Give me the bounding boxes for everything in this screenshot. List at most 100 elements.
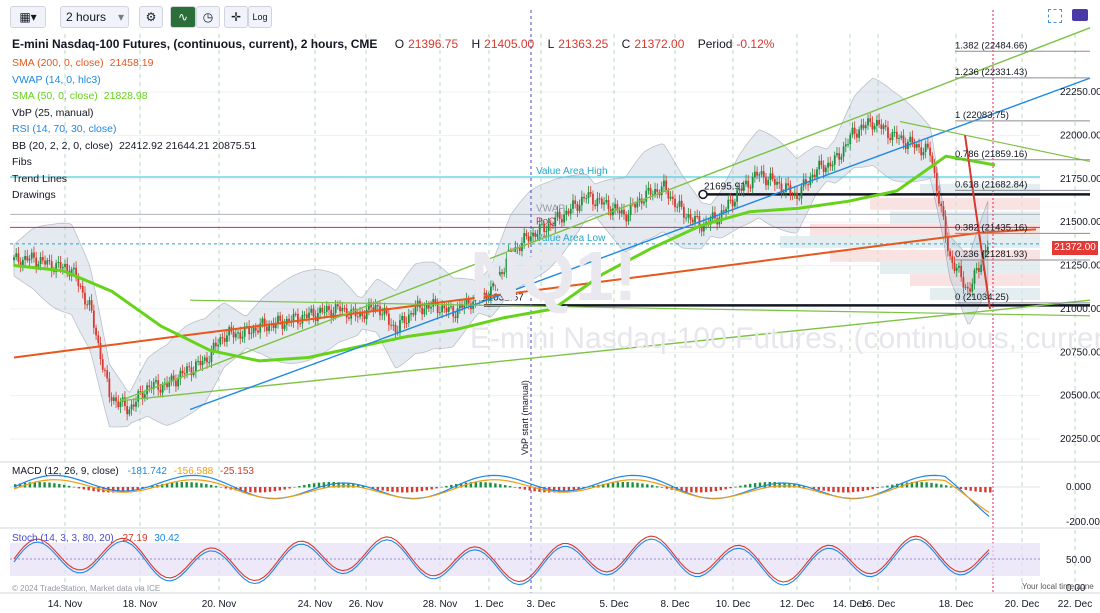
legend-item[interactable]: VWAP (14, 0, hlc3) <box>12 74 256 91</box>
stoch-pane: 50.000.00 <box>10 535 1091 594</box>
candle-body <box>776 181 778 185</box>
legend-item[interactable]: Trend Lines <box>12 173 256 190</box>
candle-body <box>773 179 776 185</box>
candle-body <box>310 308 313 313</box>
candle-body <box>319 307 322 314</box>
candle-body <box>634 203 636 208</box>
fib-level-label: 0 (21034.25) <box>955 292 1009 303</box>
macd-line <box>13 474 990 517</box>
open-value: 21396.75 <box>408 37 459 51</box>
macd-histogram-bar <box>626 482 629 488</box>
candle-body <box>674 198 676 208</box>
price-tick-label: 21500.00 <box>1060 217 1100 228</box>
candle-body <box>574 200 577 204</box>
candle-body <box>250 333 253 335</box>
candle-body <box>24 256 26 260</box>
candle-body <box>252 327 255 334</box>
candle-body <box>953 262 956 271</box>
candle-body <box>822 165 825 173</box>
legend-item[interactable]: RSI (14, 70, 30, close) <box>12 123 256 140</box>
macd-histogram-bar <box>611 482 615 488</box>
macd-histogram-bar <box>259 487 262 493</box>
macd-histogram-bar <box>655 486 659 488</box>
candle-body <box>352 308 355 310</box>
macd-histogram-bar <box>861 487 865 491</box>
macd-histogram-bar <box>195 482 198 488</box>
candle-body <box>962 277 965 288</box>
candle-body <box>878 119 880 125</box>
macd-histogram-bar <box>87 487 90 491</box>
macd-histogram-bar <box>739 485 742 488</box>
candle-body <box>241 336 244 339</box>
candle-body <box>112 397 115 401</box>
candle-body <box>130 404 133 410</box>
time-tick-label: 5. Dec <box>600 599 629 610</box>
macd-histogram-bar <box>915 482 918 488</box>
candle-body <box>441 305 444 313</box>
candle-body <box>889 137 892 141</box>
macd-histogram-bar <box>288 487 291 489</box>
time-tick-label: 20. Dec <box>1005 599 1039 610</box>
macd-histogram-bar <box>410 487 414 493</box>
macd-histogram-bar <box>847 487 850 493</box>
legend-item[interactable]: Fibs <box>12 156 256 173</box>
time-tick-label: 14. Nov <box>48 599 82 610</box>
candle-body <box>44 260 46 265</box>
macd-value-1: -181.742 <box>127 466 167 477</box>
candle-body <box>206 357 208 363</box>
candle-body <box>891 132 894 141</box>
candle-body <box>79 285 82 287</box>
macd-histogram-bar <box>989 487 992 493</box>
timezone-label[interactable]: Your local time zone <box>1022 582 1094 591</box>
candle-body <box>920 147 923 156</box>
legend-item[interactable]: SMA (50, 0, close) 21828.98 <box>12 90 256 107</box>
macd-histogram-bar <box>67 485 71 488</box>
macd-histogram-bar <box>214 485 218 488</box>
candle-body <box>403 316 406 323</box>
candle-body <box>654 189 656 195</box>
macd-histogram-bar <box>660 487 664 488</box>
candle-body <box>731 199 734 207</box>
macd-histogram-bar <box>298 485 301 488</box>
candle-body <box>827 162 829 168</box>
legend-item[interactable]: SMA (200, 0, close) 21458.19 <box>12 57 256 74</box>
macd-value-2: -156.588 <box>173 466 214 477</box>
candle-body <box>627 214 630 222</box>
candle-body <box>887 127 889 138</box>
legend-item[interactable]: Drawings <box>12 189 256 206</box>
candle-body <box>618 210 621 214</box>
close-value: 21372.00 <box>634 37 685 51</box>
macd-histogram-bar <box>396 487 399 493</box>
macd-histogram-bar <box>435 487 438 489</box>
time-tick-label: 28. Nov <box>423 599 457 610</box>
candle-body <box>560 219 563 223</box>
fib-level-label: 1.236 (22331.43) <box>955 67 1027 78</box>
candle-body <box>450 306 452 308</box>
candle-body <box>254 327 257 331</box>
time-tick-label: 18. Nov <box>123 599 157 610</box>
candle-body <box>17 253 20 262</box>
candle-body <box>700 227 703 232</box>
candle-body <box>838 153 841 160</box>
macd-histogram-bar <box>185 482 188 488</box>
legend-item[interactable]: VbP (25, manual) <box>12 107 256 124</box>
candle-body <box>678 200 681 207</box>
fib-level-label: 0.618 (21682.84) <box>955 179 1027 190</box>
macd-title: MACD (12, 26, 9, close) <box>12 466 119 477</box>
candle-body <box>279 315 282 321</box>
macd-histogram-bar <box>504 485 507 488</box>
macd-histogram-bar <box>851 487 855 493</box>
fib-level-label: 0.236 (21281.93) <box>955 249 1027 260</box>
candle-body <box>328 306 330 310</box>
macd-legend: MACD (12, 26, 9, close) -181.742 -156.58… <box>12 466 254 477</box>
candle-body <box>671 196 674 199</box>
candle-body <box>95 327 97 336</box>
macd-histogram-bar <box>709 487 713 492</box>
candle-body <box>92 310 95 328</box>
time-tick-label: 3. Dec <box>527 599 556 610</box>
legend-item[interactable]: BB (20, 2, 2, 0, close) 22412.92 21644.21… <box>12 140 256 157</box>
macd-histogram-bar <box>881 486 884 488</box>
candle-body <box>159 389 162 393</box>
low-label: L <box>547 37 555 51</box>
macd-histogram-bar <box>685 487 688 492</box>
